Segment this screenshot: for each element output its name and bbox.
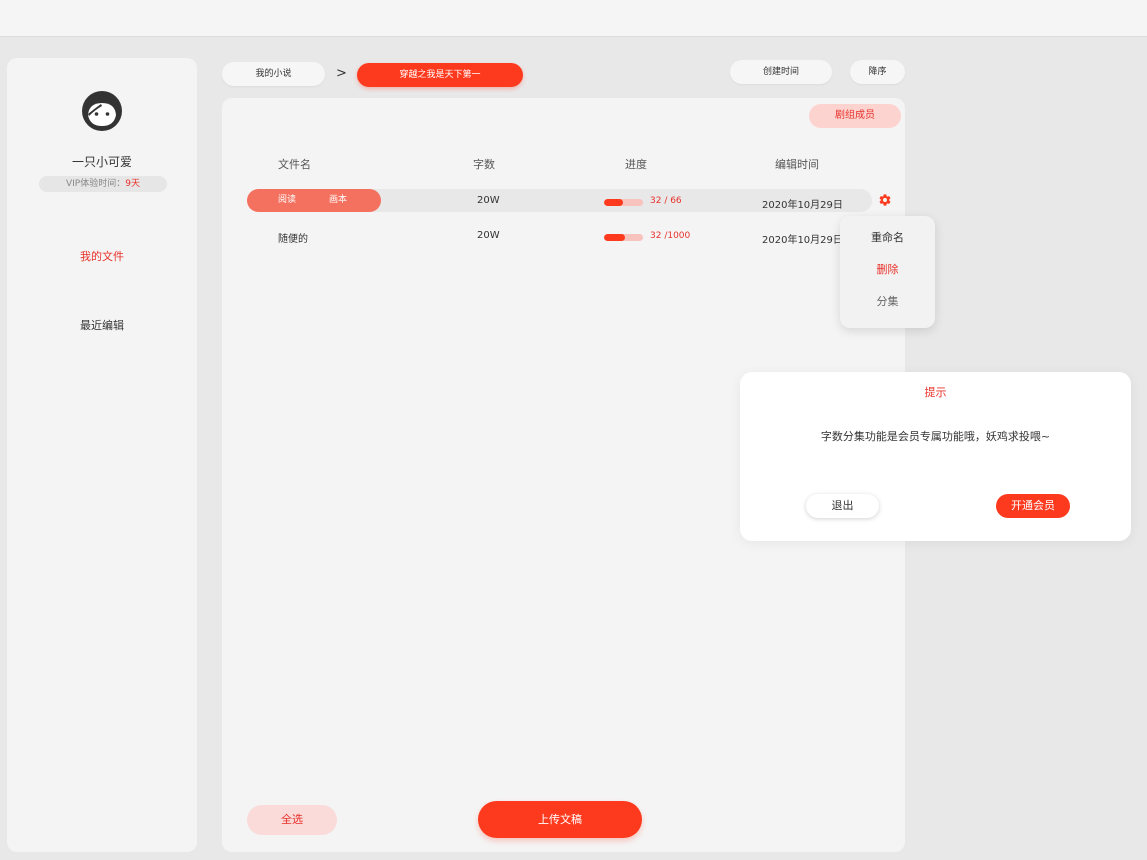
row-file-name[interactable]: 随便的: [278, 230, 308, 245]
select-all-button[interactable]: 全选: [247, 805, 337, 835]
crew-members-button[interactable]: 剧组成员: [809, 104, 901, 128]
header-progress: 进度: [625, 158, 647, 171]
username: 一只小可爱: [71, 155, 132, 169]
sidebar: 一只小可爱 VIP体验时间：9天 我的文件 最近编辑: [7, 58, 197, 852]
progress-text: 32 /1000: [650, 231, 691, 241]
row-edit-time: 2020年10月29日: [762, 235, 843, 246]
open-membership-button[interactable]: 开通会员: [996, 494, 1070, 518]
dialog-message: 字数分集功能是会员专属功能哦，妖鸡求投喂~: [820, 430, 1051, 443]
header-edit-time: 编辑时间: [775, 158, 819, 171]
sidebar-item-my-files[interactable]: 我的文件: [7, 248, 197, 264]
row-word-count: 20W: [477, 230, 500, 241]
context-menu: 重命名 删除 分集: [840, 216, 935, 328]
read-button[interactable]: 阅读: [278, 189, 296, 212]
sidebar-item-recent-edits[interactable]: 最近编辑: [7, 317, 197, 333]
menu-item-split-episodes[interactable]: 分集: [840, 293, 935, 309]
exit-button[interactable]: 退出: [806, 494, 879, 518]
membership-prompt-dialog: 提示 字数分集功能是会员专属功能哦，妖鸡求投喂~ 退出 开通会员: [740, 372, 1131, 541]
header-word-count: 字数: [473, 158, 495, 171]
vip-days: 9天: [125, 179, 140, 189]
sort-by-created-time-button[interactable]: 创建时间: [730, 60, 832, 84]
avatar-icon[interactable]: [81, 90, 123, 132]
progress-bar-fill: [604, 234, 626, 241]
row-action-group: 阅读 画本: [247, 189, 381, 212]
progress-bar: [604, 234, 643, 241]
header-file-name: 文件名: [278, 158, 311, 171]
vip-status-badge: VIP体验时间：9天: [39, 176, 167, 192]
progress-bar-fill: [604, 199, 623, 206]
menu-item-rename[interactable]: 重命名: [840, 229, 935, 245]
menu-item-delete[interactable]: 删除: [840, 261, 935, 277]
sort-order-button[interactable]: 降序: [850, 60, 905, 84]
chevron-right-icon: >: [336, 66, 347, 81]
breadcrumb-current[interactable]: 穿越之我是天下第一: [357, 63, 523, 87]
upload-manuscript-button[interactable]: 上传文稿: [478, 801, 642, 838]
script-button[interactable]: 画本: [329, 189, 347, 212]
progress-text: 32 / 66: [650, 196, 682, 206]
dialog-title: 提示: [924, 386, 947, 399]
vip-label: VIP体验时间：: [66, 179, 126, 189]
row-word-count: 20W: [477, 195, 500, 206]
gear-icon[interactable]: [878, 193, 892, 207]
top-bar: [0, 0, 1147, 37]
row-edit-time: 2020年10月29日: [762, 200, 843, 211]
breadcrumb-root[interactable]: 我的小说: [222, 62, 325, 86]
progress-bar: [604, 199, 643, 206]
